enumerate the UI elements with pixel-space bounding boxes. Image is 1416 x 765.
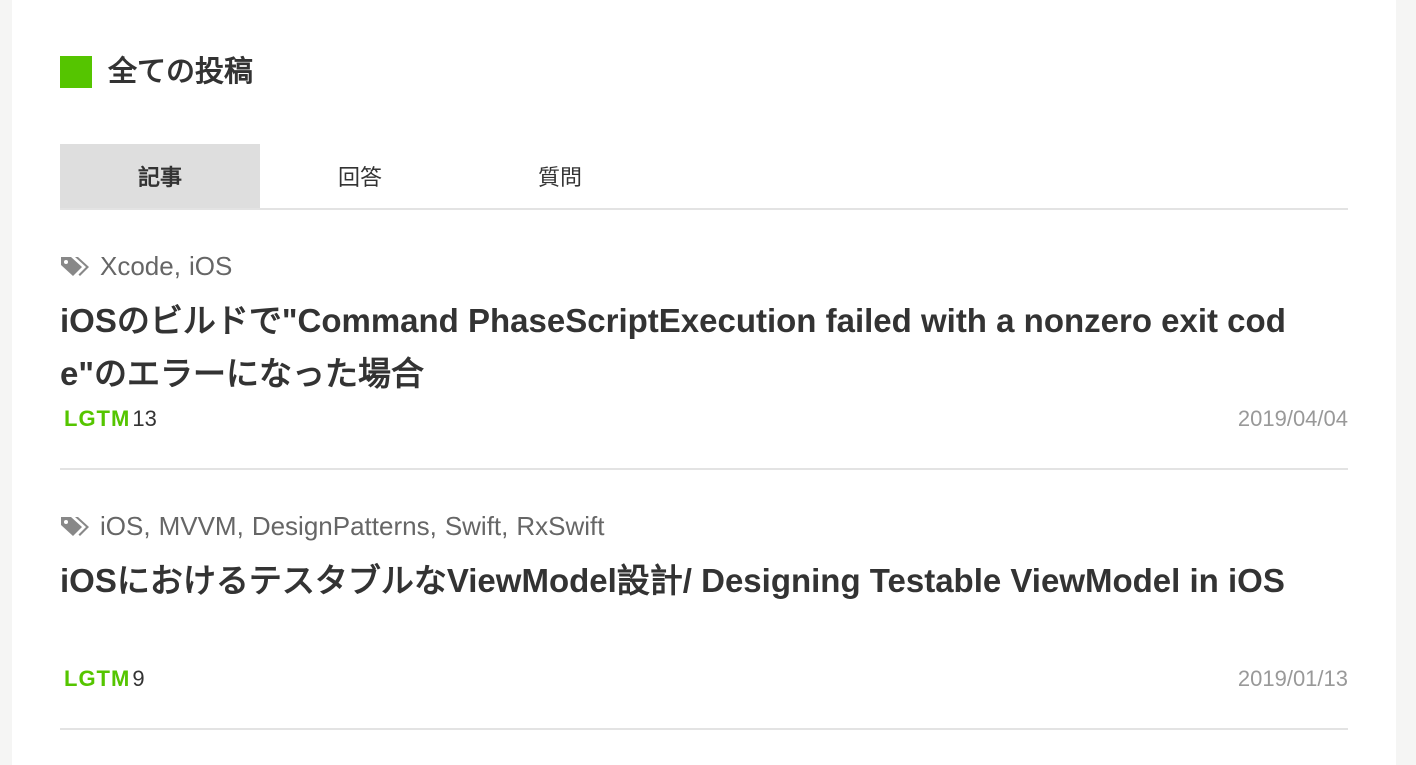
tag-link[interactable]: Xcode: [100, 251, 174, 282]
tag-link[interactable]: MVVM: [159, 511, 237, 542]
lgtm-label: LGTM: [64, 406, 131, 431]
tab-answers[interactable]: 回答: [260, 144, 460, 208]
tab-questions[interactable]: 質問: [460, 144, 660, 208]
post-title-link[interactable]: iOSのビルドで"Command PhaseScriptExecution fa…: [60, 294, 1348, 400]
tag-link[interactable]: RxSwift: [516, 511, 604, 542]
lgtm-label: LGTM: [64, 666, 131, 691]
main-panel: 全ての投稿 記事 回答 質問 Xcode, iOS iOSのビルドで"Comma…: [12, 0, 1396, 765]
tags-icon: [61, 517, 89, 536]
post-item: Xcode, iOS iOSのビルドで"Command PhaseScriptE…: [60, 240, 1348, 470]
lgtm-counter: LGTM 13: [60, 406, 157, 432]
tag-link[interactable]: iOS: [100, 511, 143, 542]
post-meta: LGTM 13 2019/04/04: [60, 404, 1348, 434]
tags-icon: [61, 257, 89, 276]
section-header: 全ての投稿: [60, 50, 253, 94]
tag-link[interactable]: iOS: [189, 251, 232, 282]
post-date: 2019/01/13: [1237, 666, 1348, 691]
post-item: iOS, MVVM, DesignPatterns, Swift, RxSwif…: [60, 500, 1348, 730]
section-title: 全ての投稿: [108, 56, 254, 88]
post-meta: LGTM 9 2019/01/13: [60, 664, 1348, 694]
header-accent-square: [60, 56, 92, 88]
tab-articles[interactable]: 記事: [60, 144, 260, 208]
lgtm-count: 13: [132, 406, 157, 431]
post-tags: iOS, MVVM, DesignPatterns, Swift, RxSwif…: [60, 500, 1348, 552]
post-tags: Xcode, iOS: [60, 240, 1348, 292]
post-type-tabs: 記事 回答 質問: [60, 144, 1348, 210]
tag-link[interactable]: DesignPatterns: [252, 511, 430, 542]
post-date: 2019/04/04: [1237, 406, 1348, 431]
post-title-link[interactable]: iOSにおけるテスタブルなViewModel設計/ Designing Test…: [60, 554, 1348, 607]
tag-link[interactable]: Swift: [445, 511, 501, 542]
lgtm-count: 9: [132, 666, 145, 691]
lgtm-counter: LGTM 9: [60, 666, 145, 692]
